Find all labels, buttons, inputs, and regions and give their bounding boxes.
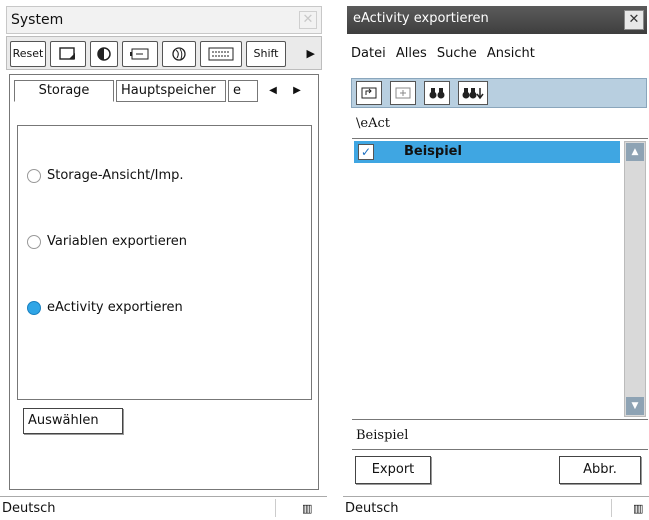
dialog-titlebar: eActivity exportieren ✕ [347,6,647,34]
menu-alles[interactable]: Alles [396,46,427,61]
language-indicator: Deutsch [2,501,56,516]
list-item[interactable]: ✓ Beispiel [354,141,620,163]
toolbar-more-icon[interactable]: ▶ [307,41,315,67]
binoculars-down-icon[interactable] [458,81,488,105]
close-icon[interactable]: ✕ [624,10,644,30]
reset-button[interactable]: Reset [10,41,46,67]
memo-icon[interactable] [50,41,86,67]
file-toolbar [351,78,647,108]
scroll-down-icon[interactable]: ▼ [626,397,644,415]
contrast-icon[interactable] [90,41,118,67]
window-title: System [11,12,64,28]
menu-suche[interactable]: Suche [437,46,477,61]
cancel-button[interactable]: Abbr. [559,456,641,484]
radio-button-selected[interactable] [27,300,41,315]
filename-field[interactable]: Beispiel [352,424,648,450]
keyboard-icon[interactable] [200,41,242,67]
options-box [17,125,312,400]
select-button[interactable]: Auswählen [23,408,123,434]
close-icon[interactable]: ✕ [299,11,317,29]
option-label: Storage-Ansicht/Imp. [47,168,184,183]
option-export-variables[interactable]: Variablen exportieren [27,234,187,249]
menu-ansicht[interactable]: Ansicht [487,46,535,61]
tab-next-icon[interactable]: ▶ [286,80,308,102]
dialog-title: eActivity exportieren [353,11,489,26]
globe-icon[interactable] [162,41,196,67]
battery-status-icon: ▥ [302,502,313,515]
language-indicator: Deutsch [345,501,399,516]
menu-bar: Datei Alles Suche Ansicht [351,46,647,68]
status-divider [275,499,276,517]
radio-button[interactable] [27,234,41,249]
option-export-eactivity[interactable]: eActivity exportieren [27,300,183,315]
folder-up-icon[interactable] [356,81,382,105]
status-divider [611,499,612,517]
tab-eactivity[interactable]: e [228,80,258,102]
current-path: \eAct [356,116,390,131]
status-bar: Deutsch ▥ [343,496,649,520]
tab-prev-icon[interactable]: ◀ [262,80,284,102]
option-label: Variablen exportieren [47,234,188,249]
file-list: ✓ Beispiel ▲ ▼ [352,138,648,420]
export-button[interactable]: Export [355,456,431,484]
tab-hauptspeicher[interactable]: Hauptspeicher [116,80,226,102]
system-titlebar: System ✕ [6,6,322,34]
battery-status-icon: ▥ [633,502,644,515]
binoculars-icon[interactable] [424,81,450,105]
eactivity-export-dialog: eActivity exportieren ✕ Datei Alles Such… [343,0,649,520]
new-folder-icon[interactable] [390,81,416,105]
menu-datei[interactable]: Datei [351,46,386,61]
radio-button[interactable] [27,168,41,183]
option-storage-view[interactable]: Storage-Ansicht/Imp. [27,168,184,183]
tab-strip: Storage Hauptspeicher e ◀ ▶ [14,78,314,102]
battery-icon[interactable] [122,41,158,67]
scrollbar[interactable]: ▲ ▼ [624,141,646,417]
shift-button[interactable]: Shift [246,41,286,67]
tab-storage[interactable]: Storage [14,80,114,102]
status-bar: Deutsch ▥ [0,496,327,520]
scroll-up-icon[interactable]: ▲ [626,143,644,161]
system-screen: System ✕ Reset Shift ▶ Storage Hauptspei… [0,0,327,520]
system-toolbar: Reset Shift ▶ [6,36,322,70]
item-label: Beispiel [404,144,462,159]
option-label: eActivity exportieren [47,300,183,315]
item-checkbox[interactable]: ✓ [358,144,374,160]
